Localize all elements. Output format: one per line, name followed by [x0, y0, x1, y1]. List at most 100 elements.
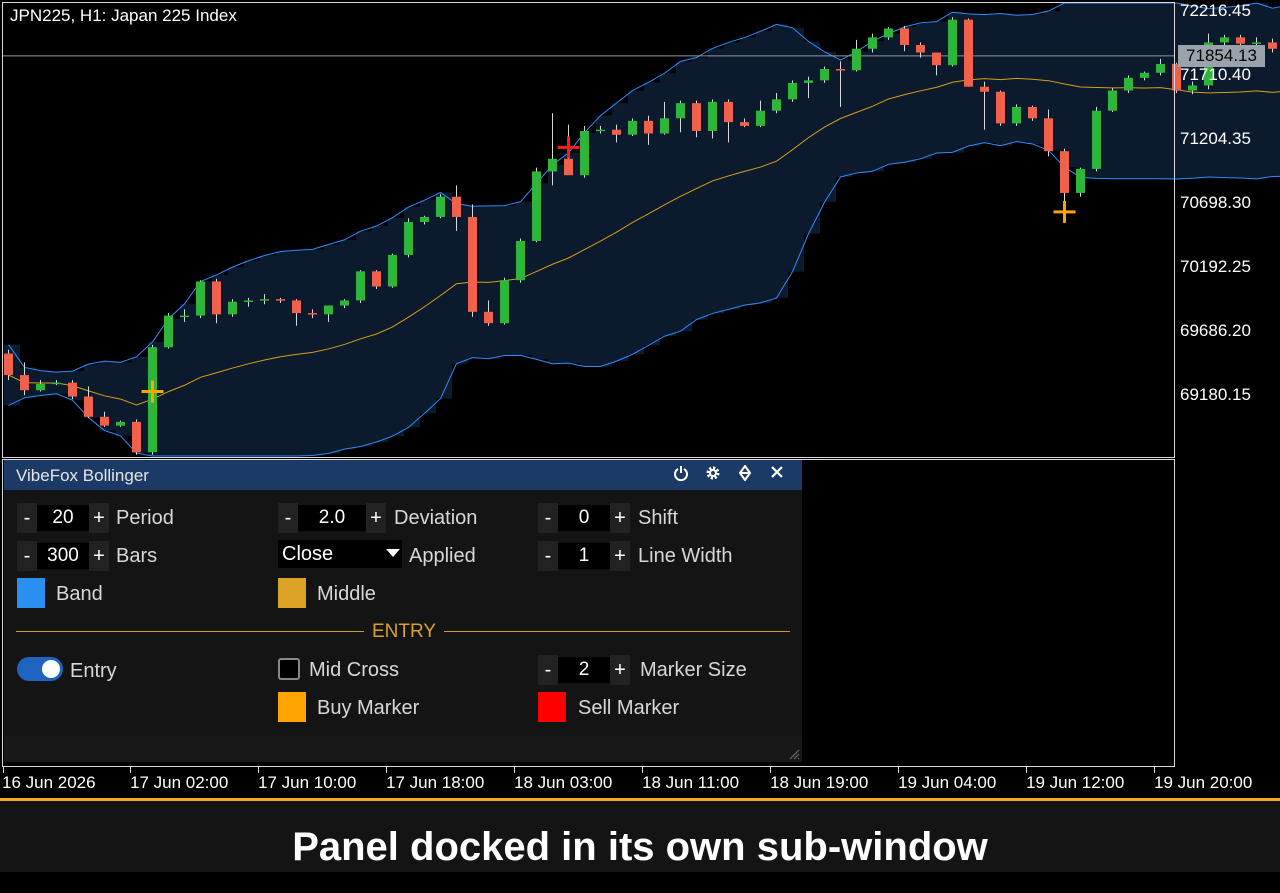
bars-label: Bars [116, 545, 157, 568]
middle-color-swatch[interactable] [278, 578, 306, 608]
time-axis-label: 19 Jun 20:00 [1154, 773, 1252, 793]
panel-header[interactable]: VibeFox Bollinger [4, 460, 802, 490]
shift-increment-button[interactable]: + [610, 503, 630, 533]
bear-candle [916, 45, 925, 53]
price-axis-label: 71710.40 [1180, 65, 1251, 85]
bear-candle [1236, 37, 1245, 43]
bear-candle [612, 130, 621, 135]
bull-candle [852, 49, 861, 70]
period-input[interactable]: 20 [37, 505, 89, 531]
period-label: Period [116, 507, 174, 530]
resize-grip-icon[interactable] [788, 748, 800, 760]
bear-candle [4, 354, 13, 375]
deviation-label: Deviation [394, 507, 477, 530]
bull-candle [756, 111, 765, 126]
period-increment-button[interactable]: + [89, 503, 109, 533]
bear-candle [484, 312, 493, 323]
bull-candle [324, 305, 333, 314]
gear-icon[interactable] [703, 465, 723, 485]
symbol-label: JPN225, H1: Japan 225 Index [10, 6, 237, 26]
bollinger-settings-panel: VibeFox Bollinger - 20 + Period - 2.0 + … [4, 460, 802, 762]
bull-candle [516, 241, 525, 280]
bull-candle [260, 299, 269, 301]
bear-candle [100, 417, 109, 426]
price-axis-label: 69686.20 [1180, 321, 1251, 341]
section-divider [444, 631, 790, 632]
line-width-input[interactable]: 1 [558, 543, 610, 569]
applied-price-select[interactable]: Close [278, 540, 402, 568]
shift-input[interactable]: 0 [558, 505, 610, 531]
bull-candle [404, 222, 413, 255]
bear-candle [740, 122, 749, 126]
power-icon[interactable] [671, 465, 691, 485]
bull-candle [436, 197, 445, 217]
bars-input[interactable]: 300 [37, 543, 89, 569]
panel-title: VibeFox Bollinger [16, 466, 149, 486]
bull-candle [116, 422, 125, 426]
deviation-increment-button[interactable]: + [366, 503, 386, 533]
marker-size-decrement-button[interactable]: - [538, 655, 558, 685]
bear-candle [1060, 151, 1069, 193]
bull-candle [356, 271, 365, 300]
bear-candle [20, 375, 29, 390]
bull-candle [36, 384, 45, 390]
price-axis-label: 72216.45 [1180, 1, 1251, 21]
time-axis-label: 18 Jun 03:00 [514, 773, 612, 793]
bull-candle [420, 217, 429, 222]
bull-candle [1156, 64, 1165, 73]
deviation-decrement-button[interactable]: - [278, 503, 298, 533]
deviation-input[interactable]: 2.0 [298, 505, 366, 531]
bull-candle [388, 255, 397, 287]
shift-decrement-button[interactable]: - [538, 503, 558, 533]
bull-candle [788, 83, 797, 99]
time-axis-label: 16 Jun 2026 [2, 773, 96, 793]
dock-toggle-icon[interactable] [735, 465, 755, 485]
bear-candle [724, 102, 733, 122]
bear-candle [692, 103, 701, 131]
close-icon[interactable] [767, 465, 787, 485]
line-width-decrement-button[interactable]: - [538, 541, 558, 571]
sell-marker-color-swatch[interactable] [538, 692, 566, 722]
bear-candle [932, 53, 941, 66]
bull-candle [804, 80, 813, 83]
bull-candle [772, 99, 781, 110]
price-axis-label: 69180.15 [1180, 385, 1251, 405]
period-decrement-button[interactable]: - [17, 503, 37, 533]
bull-candle [1188, 85, 1197, 90]
marker-size-label: Marker Size [640, 659, 747, 682]
price-axis-label: 70698.30 [1180, 193, 1251, 213]
bull-candle [1252, 42, 1261, 44]
time-axis-label: 19 Jun 12:00 [1026, 773, 1124, 793]
band-label: Band [56, 583, 103, 606]
bear-candle [68, 383, 77, 397]
bull-candle [180, 316, 189, 318]
band-color-swatch[interactable] [17, 578, 45, 608]
bear-candle [964, 20, 973, 87]
buy-marker-label: Buy Marker [317, 697, 419, 720]
marker-size-increment-button[interactable]: + [610, 655, 630, 685]
mid-cross-checkbox[interactable] [278, 658, 300, 680]
sell-marker-label: Sell Marker [578, 697, 679, 720]
time-axis-label: 18 Jun 11:00 [642, 773, 739, 793]
price-axis-label: 71204.35 [1180, 129, 1251, 149]
bull-candle [52, 383, 61, 385]
bull-candle [884, 29, 893, 38]
bars-decrement-button[interactable]: - [17, 541, 37, 571]
entry-section-title: ENTRY [372, 621, 436, 643]
bull-candle [1076, 169, 1085, 193]
time-axis-label: 19 Jun 04:00 [898, 773, 996, 793]
section-divider [16, 631, 364, 632]
marker-size-input[interactable]: 2 [558, 657, 610, 683]
line-width-increment-button[interactable]: + [610, 541, 630, 571]
bull-candle [580, 131, 589, 175]
bull-candle [1092, 111, 1101, 169]
bear-candle [132, 422, 141, 452]
buy-marker-color-swatch[interactable] [278, 692, 306, 722]
bear-candle [1044, 118, 1053, 151]
middle-label: Middle [317, 583, 376, 606]
entry-toggle[interactable] [17, 657, 63, 681]
bull-candle [500, 280, 509, 323]
bars-increment-button[interactable]: + [89, 541, 109, 571]
bear-candle [1268, 42, 1277, 48]
bear-candle [84, 397, 93, 417]
